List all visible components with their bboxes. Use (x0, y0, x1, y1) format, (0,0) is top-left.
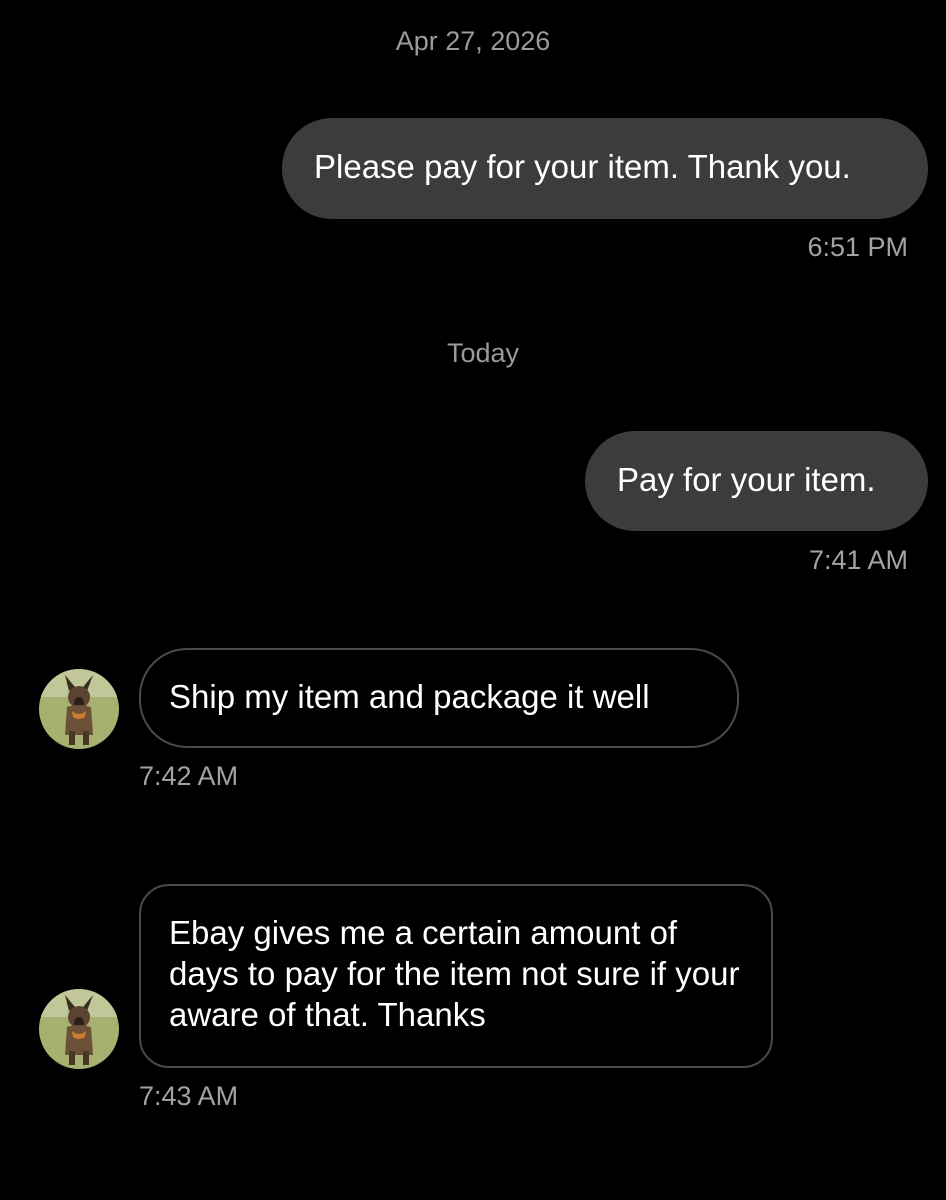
message-text: Ship my item and package it well (169, 678, 650, 715)
incoming-message-bubble[interactable]: Ship my item and package it well (139, 648, 739, 748)
message-timestamp: 7:41 AM (808, 545, 908, 575)
message-text: Please pay for your item. Thank you. (314, 148, 851, 185)
dog-avatar[interactable] (39, 669, 119, 749)
message-text: Ebay gives me a certain amount of days t… (169, 914, 740, 1033)
dog-avatar-image (39, 989, 119, 1069)
outgoing-message-bubble[interactable]: Please pay for your item. Thank you. (282, 118, 928, 219)
message-timestamp: 7:43 AM (139, 1081, 239, 1111)
dog-avatar[interactable] (39, 989, 119, 1069)
message-timestamp: 7:42 AM (139, 761, 239, 791)
incoming-message-bubble[interactable]: Ebay gives me a certain amount of days t… (139, 884, 773, 1068)
date-separator: Apr 27, 2026 (395, 26, 551, 56)
date-separator: Today (446, 338, 520, 368)
dog-avatar-image (39, 669, 119, 749)
outgoing-message-bubble[interactable]: Pay for your item. (585, 431, 928, 531)
message-text: Pay for your item. (617, 461, 876, 498)
message-timestamp: 6:51 PM (807, 232, 908, 262)
